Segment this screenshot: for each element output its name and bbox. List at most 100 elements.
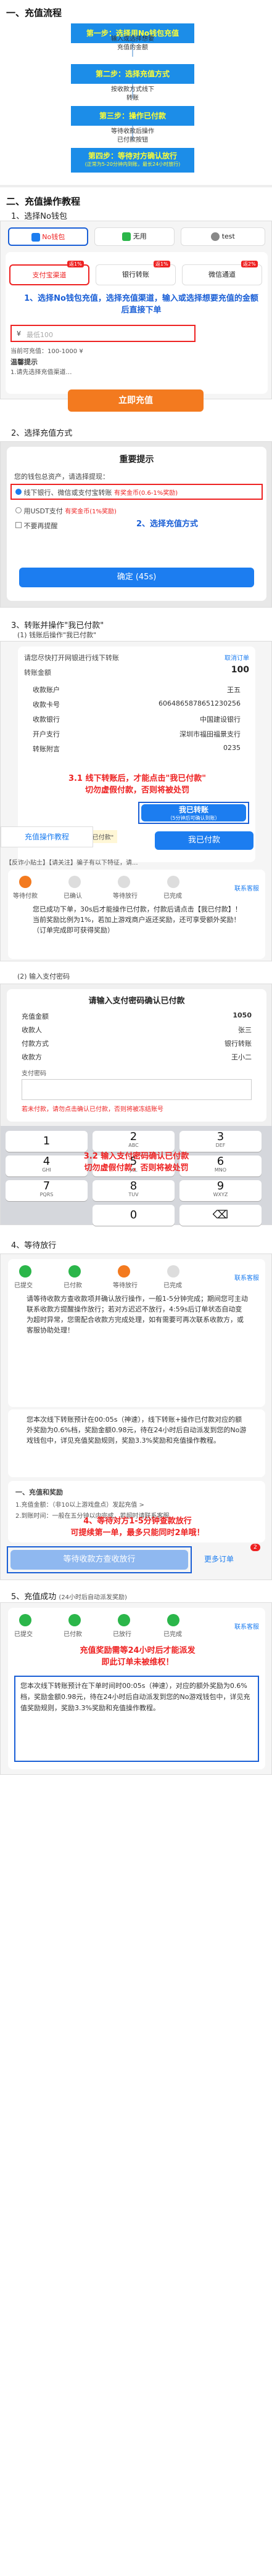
channel-label: 银行转账 bbox=[122, 271, 149, 279]
page-footer-space bbox=[0, 1781, 272, 2576]
success-text: 您本次线下转账预计在下单时间时00:05s（神速），对应的额外奖励为0.6%档，… bbox=[20, 1682, 250, 1712]
contact-support-link[interactable]: 联系客服 bbox=[234, 883, 259, 892]
i-have-paid-button[interactable]: 我已付款 bbox=[155, 831, 253, 850]
waiting-release-button[interactable]: 等待收款方查收放行 bbox=[10, 1550, 188, 1570]
keypad-key[interactable]: 2 ABC bbox=[93, 1131, 175, 1152]
dialog-warning: 您的钱包总资产，请选择提现： bbox=[14, 473, 109, 481]
row-value[interactable]: 中国建设银行 bbox=[200, 714, 241, 724]
row-key: 收款人 bbox=[22, 1026, 42, 1034]
step3a-subtitle: (1) 钱账后操作"我已付款" bbox=[17, 631, 97, 639]
anti-fraud-line: 【反诈小贴士】【请关注】骗子有以下特征，请... bbox=[6, 860, 138, 866]
keypad-key[interactable]: 1 bbox=[6, 1131, 88, 1152]
recharge-screen: No钱包 无用 test 支付宝渠道 返1% 银行转账 返1% 微信通道 返2%… bbox=[0, 221, 272, 399]
bank-hint: 请您尽快打开网银进行线下转账 bbox=[24, 654, 119, 662]
bank-row: 转账附言 0235 bbox=[33, 744, 241, 754]
step-label: 已完成 bbox=[163, 1282, 182, 1289]
row-key: 付款方式 bbox=[22, 1040, 49, 1048]
password-input[interactable] bbox=[22, 1079, 252, 1100]
keypad-key[interactable]: 7 PQRS bbox=[6, 1180, 88, 1201]
transfer-label: 转账金额 bbox=[24, 669, 51, 677]
channel-alipay[interactable]: 支付宝渠道 bbox=[9, 264, 89, 285]
backspace-key[interactable]: ⌫ bbox=[179, 1205, 262, 1226]
note-step3-2: 3.2 输入支付密码确认已付款 切勿虚假付款，否则将被处罚 bbox=[83, 1152, 189, 1173]
tab-test[interactable]: test bbox=[181, 227, 265, 246]
tab-no-wallet[interactable]: No钱包 bbox=[8, 227, 88, 246]
option-no-remind[interactable]: 不要再提醒 bbox=[15, 521, 58, 531]
keypad-key[interactable]: 0 bbox=[93, 1205, 175, 1226]
waiting-screen: 已提交 已付款 等待放行 已完成 联系客服 请等待收款方查收款项并确认放行操作，… bbox=[0, 1253, 272, 1580]
keypad-key[interactable]: 9 WXYZ bbox=[179, 1180, 262, 1201]
row-value[interactable]: 深圳市福田福景支行 bbox=[179, 729, 241, 739]
keypad-key[interactable]: 8 TUV bbox=[93, 1180, 175, 1201]
step-check-icon bbox=[118, 1614, 130, 1626]
step-label: 已提交 bbox=[14, 1631, 33, 1638]
amount-placeholder: 最低100 bbox=[27, 331, 53, 339]
tab-label: 无用 bbox=[133, 232, 147, 240]
tab-useless[interactable]: 无用 bbox=[94, 227, 175, 246]
tab-label: No钱包 bbox=[42, 233, 65, 241]
key-digit: 1 bbox=[43, 1135, 51, 1147]
cancel-order-link[interactable]: 取消订单 bbox=[225, 653, 249, 662]
note-step2: 2、选择充值方式 bbox=[136, 520, 199, 529]
method-dialog: 重要提示 您的钱包总资产，请选择提现： 线下银行、微信或支付宝转账 有奖金币(0… bbox=[7, 447, 266, 601]
flow-note1: 输入或选择想要 充值的金额 bbox=[111, 36, 154, 51]
confirm-button[interactable]: 确定 (45s) bbox=[19, 568, 254, 587]
rules-card: 一、充值和奖励 1.充值金额：（非10以上游戏盘点）发起充值 > 2.到账时间：… bbox=[8, 1481, 265, 1543]
channel-badge: 返1% bbox=[154, 261, 170, 267]
step-check-icon bbox=[68, 1265, 81, 1278]
rules-title: 温馨提示 bbox=[10, 358, 38, 366]
key-letters: ABC bbox=[128, 1143, 139, 1148]
password-warning: 若未付款，请勿点击确认已付款，否则将被冻结账号 bbox=[22, 1106, 163, 1113]
row-value[interactable]: 6064865878651230256 bbox=[159, 699, 241, 707]
dialog-title: 重要提示 bbox=[119, 455, 154, 465]
contact-support-link[interactable]: 联系客服 bbox=[234, 1273, 259, 1282]
choose-method-screen: 重要提示 您的钱包总资产，请选择提现： 线下银行、微信或支付宝转账 有奖金币(0… bbox=[0, 441, 272, 608]
step2-subtitle: 2、选择充值方式 bbox=[11, 429, 73, 438]
row-value: 张三 bbox=[238, 1026, 252, 1034]
flow-step2: 第二步：选择充值方式 bbox=[71, 64, 194, 84]
option-label: 不要再提醒 bbox=[23, 522, 58, 530]
pay-row: 收款方 王小二 bbox=[22, 1052, 252, 1062]
section2-title: 二、充值操作教程 bbox=[6, 196, 81, 207]
reward-text: 您本次线下转账预计在00:05s（神速），线下转账+操作已付款对应的额外奖励为0… bbox=[27, 1416, 247, 1445]
flow-step4-sub: (正常为5-20分钟内到账，最长24小时放行) bbox=[84, 161, 181, 167]
recharge-now-button[interactable]: 立即充值 bbox=[68, 389, 204, 412]
wallet-icon bbox=[211, 232, 220, 241]
option-tag: 有奖金币(1%奖励) bbox=[65, 508, 117, 515]
channel-label: 微信通道 bbox=[208, 271, 236, 279]
step3b-subtitle: (2) 输入支付密码 bbox=[17, 972, 70, 980]
option-usdt[interactable]: 用USDT支付 有奖金币(1%奖励) bbox=[15, 506, 117, 516]
tutorial-tab[interactable]: 充值操作教程 bbox=[1, 826, 93, 847]
divider bbox=[0, 185, 272, 187]
key-letters: WXYZ bbox=[213, 1192, 228, 1197]
radio-checked-icon bbox=[15, 489, 22, 495]
keypad-key[interactable]: 3 DEF bbox=[179, 1131, 262, 1152]
row-value[interactable]: 0235 bbox=[223, 744, 241, 752]
step-label: 已放行 bbox=[113, 1631, 131, 1638]
row-value: 银行转账 bbox=[225, 1040, 252, 1048]
contact-support-link[interactable]: 联系客服 bbox=[234, 1621, 259, 1631]
amount-input[interactable]: ¥ 最低100 bbox=[10, 325, 196, 342]
option-offline[interactable]: 线下银行、微信或支付宝转账 有奖金币(0.6-1%奖励) bbox=[15, 487, 178, 497]
keypad-blank bbox=[6, 1205, 88, 1226]
key-digit: 7 bbox=[43, 1180, 51, 1192]
channel-bank[interactable]: 银行转账 bbox=[96, 264, 176, 285]
bank-row: 收款银行 中国建设银行 bbox=[33, 714, 241, 724]
password-dialog: 请输入支付密码确认已付款 充值金额 1050 收款人 张三 付款方式 银行转账 收款方… bbox=[7, 989, 266, 1122]
row-key: 充值金额 bbox=[22, 1013, 49, 1021]
order-status-card: 等待付款 已确认 等待放行 已完成 联系客服 您已成功下单，30s后才能操作已付… bbox=[8, 870, 265, 959]
row-key: 收款卡号 bbox=[33, 701, 60, 709]
step-label: 已付款 bbox=[64, 1631, 82, 1638]
step5-title: 5、充值成功 (24小时后自动派发奖励) bbox=[11, 1590, 127, 1602]
row-value: 王小二 bbox=[231, 1053, 252, 1061]
more-orders-link[interactable]: 更多订单 bbox=[204, 1554, 234, 1564]
step-label: 已提交 bbox=[14, 1282, 33, 1289]
password-screen: 请输入支付密码确认已付款 充值金额 1050 收款人 张三 付款方式 银行转账 收款方… bbox=[0, 984, 272, 1226]
channel-wechat[interactable]: 微信通道 bbox=[182, 264, 262, 285]
pay-row: 付款方式 银行转账 bbox=[22, 1038, 252, 1048]
rule-line[interactable]: 1.充值金额：（非10以上游戏盘点）发起充值 > bbox=[15, 1499, 144, 1509]
i-have-transferred-button[interactable]: 我已转账 （5分钟后可确认到账） bbox=[141, 804, 246, 821]
row-value[interactable]: 王五 bbox=[227, 685, 241, 695]
step-check-icon bbox=[167, 1614, 179, 1626]
bank-row: 收款卡号 6064865878651230256 bbox=[33, 699, 241, 709]
